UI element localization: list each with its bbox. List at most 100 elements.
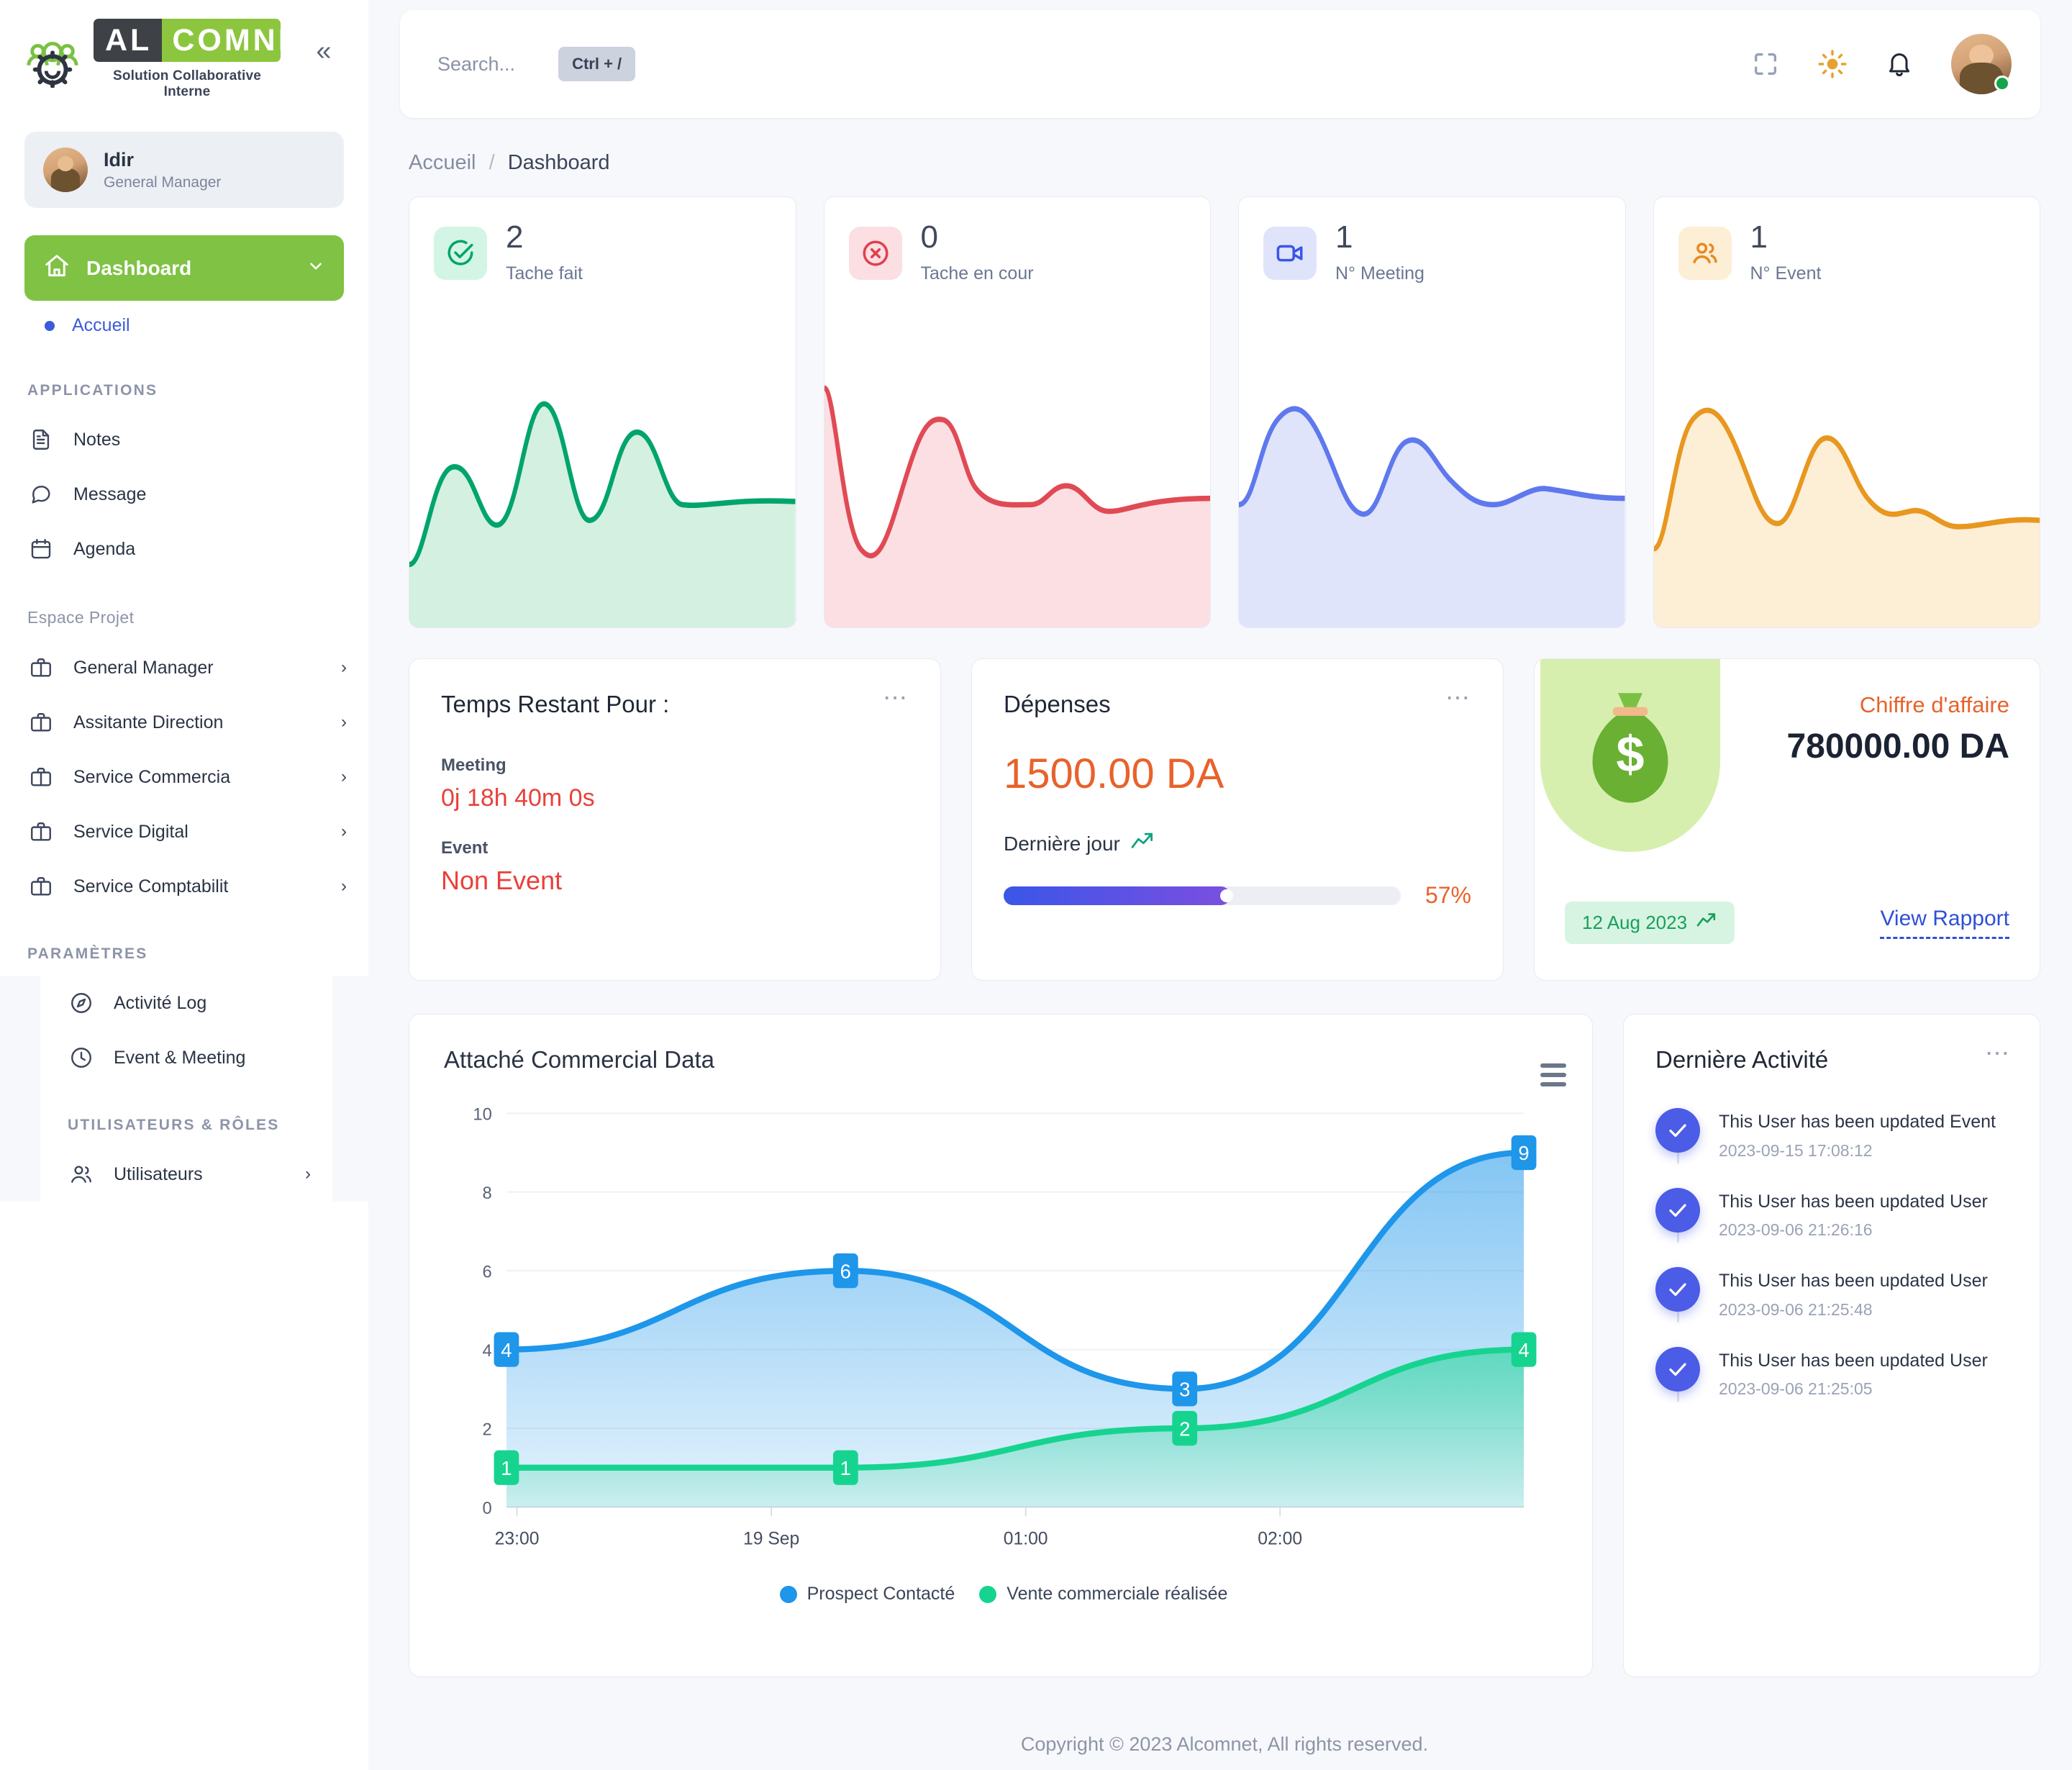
chevron-right-icon: › (341, 658, 347, 677)
activity-timeline: This User has been updated Event 2023-09… (1655, 1108, 2011, 1426)
chiffre-affaire-amount: 780000.00 DA (1786, 727, 2009, 766)
stat-card-tache-en-cour: 0 Tache en cour (823, 196, 1211, 628)
sidebar-item-event-meeting[interactable]: Event & Meeting (40, 1030, 332, 1085)
sidebar-item-agenda-label: Agenda (73, 538, 136, 559)
stat-label: Tache fait (506, 263, 583, 283)
fullscreen-icon[interactable] (1751, 50, 1780, 78)
event-status: Non Event (441, 866, 563, 895)
svg-text:1: 1 (840, 1457, 851, 1479)
footer-copyright: Copyright © 2023 Alcomnet, All rights re… (1020, 1733, 1429, 1755)
profile-text: Idir General Manager (104, 149, 221, 191)
chevron-right-icon: › (305, 1164, 311, 1184)
legend-item-vente[interactable]: Vente commerciale réalisée (979, 1584, 1227, 1605)
list-item[interactable]: This User has been updated User 2023-09-… (1655, 1267, 2011, 1347)
chat-bubble-icon (27, 481, 55, 508)
stat-card-text: 1 N° Event (1750, 222, 1822, 284)
sidebar-item-message[interactable]: Message (0, 467, 368, 522)
profile-name: Idir (104, 148, 135, 171)
stat-card-meeting: 1 N° Meeting (1238, 196, 1626, 628)
sparkline-chart (1239, 376, 1625, 627)
chart-plot-area: 0 2 4 6 8 10 23:00 19 Sep 01:00 02:00 4 6 3 9 1 1 2 4 Pro… (444, 1107, 1563, 1610)
sidebar-item-assitante-direction[interactable]: Assitante Direction › (0, 695, 368, 750)
money-bag-icon: $ (1576, 688, 1684, 810)
chart-title: Attaché Commercial Data (444, 1046, 714, 1073)
check-icon (1655, 1108, 1700, 1153)
sidebar-item-agenda[interactable]: Agenda (0, 522, 368, 576)
hamburger-menu-icon[interactable] (1540, 1063, 1566, 1092)
check-icon (1655, 1267, 1700, 1312)
clock-icon (68, 1044, 95, 1071)
activity-body: This User has been updated User 2023-09-… (1719, 1347, 2011, 1399)
sidebar-item-assitante-direction-label: Assitante Direction (73, 712, 224, 732)
chart-legend: Prospect Contacté Vente commerciale réal… (444, 1584, 1563, 1605)
progress-bar-track[interactable] (1004, 886, 1401, 905)
card-title: Temps Restant Pour : (441, 691, 670, 717)
svg-text:02:00: 02:00 (1258, 1528, 1302, 1548)
view-rapport-link[interactable]: View Rapport (1880, 907, 2009, 939)
stat-label: N° Event (1750, 263, 1822, 283)
ellipsis-icon[interactable]: ⋯ (1985, 1041, 2011, 1066)
temps-restant-card: Temps Restant Pour : ⋯ Meeting 0j 18h 40… (409, 658, 941, 981)
sidebar-lower: Activité Log Event & Meeting UTILISATEUR… (0, 976, 368, 1202)
activity-body: This User has been updated User 2023-09-… (1719, 1188, 2011, 1240)
trend-up-icon (1130, 831, 1155, 856)
bullet-icon (45, 320, 55, 331)
bell-icon[interactable] (1885, 50, 1914, 78)
ellipsis-icon[interactable]: ⋯ (1445, 686, 1471, 711)
ellipsis-icon[interactable]: ⋯ (883, 686, 909, 711)
sidebar-item-dashboard[interactable]: Dashboard (24, 235, 344, 301)
avatar[interactable] (1951, 34, 2012, 94)
progress-bar-knob[interactable] (1219, 889, 1233, 902)
sidebar-profile-card[interactable]: Idir General Manager (24, 132, 344, 208)
activity-body: This User has been updated User 2023-09-… (1719, 1267, 2011, 1320)
sidebar-item-service-comptabilite[interactable]: Service Comptabilit › (0, 859, 368, 914)
alcomnet-logo-icon (24, 32, 81, 88)
chevrons-left-icon[interactable]: « (304, 36, 344, 67)
list-item[interactable]: This User has been updated User 2023-09-… (1655, 1187, 2011, 1268)
breadcrumb-parent[interactable]: Accueil (409, 151, 476, 174)
depenses-progress-row: 57% (1004, 882, 1471, 909)
activity-text: This User has been updated User (1719, 1271, 1988, 1291)
sidebar-section-utilisateurs-title: UTILISATEURS & RÔLES (68, 1117, 280, 1133)
progress-percent-label: 57% (1424, 882, 1471, 908)
svg-text:19 Sep: 19 Sep (743, 1528, 799, 1548)
sidebar-section-applications-title: APPLICATIONS (27, 382, 158, 399)
sidebar-item-general-manager[interactable]: General Manager › (0, 640, 368, 695)
sidebar-item-activite-log[interactable]: Activité Log (40, 976, 332, 1030)
svg-text:$: $ (1616, 726, 1644, 783)
list-item[interactable]: This User has been updated User 2023-09-… (1655, 1346, 2011, 1427)
avatar (43, 148, 88, 192)
legend-item-prospect[interactable]: Prospect Contacté (779, 1584, 955, 1605)
sidebar-section-parametres-title: PARAMÈTRES (27, 945, 148, 962)
sidebar-item-service-commercial[interactable]: Service Commercia › (0, 750, 368, 804)
stat-label: Tache en cour (920, 263, 1034, 283)
sidebar-item-accueil[interactable]: Accueil (0, 301, 368, 350)
activity-timestamp: 2023-09-06 21:25:05 (1719, 1379, 1873, 1398)
calendar-icon (27, 535, 55, 563)
depenses-amount: 1500.00 DA (1004, 750, 1224, 797)
svg-text:2: 2 (483, 1420, 492, 1439)
sidebar-item-utilisateurs[interactable]: Utilisateurs › (40, 1147, 332, 1202)
stat-card-header: 1 N° Event (1654, 197, 2040, 284)
sidebar-item-notes-label: Notes (73, 429, 121, 450)
list-item[interactable]: This User has been updated Event 2023-09… (1655, 1108, 2011, 1188)
sun-icon[interactable] (1817, 49, 1848, 79)
stat-card-text: 0 Tache en cour (921, 222, 1034, 284)
svg-text:9: 9 (1518, 1142, 1529, 1164)
svg-text:1: 1 (501, 1457, 512, 1479)
file-text-icon (27, 426, 55, 453)
date-label: 12 Aug 2023 (1582, 912, 1688, 933)
meeting-countdown: 0j 18h 40m 0s (441, 784, 595, 812)
stat-value: 1 (1335, 219, 1353, 255)
progress-bar-fill (1004, 886, 1233, 905)
search-input[interactable]: Search... (437, 53, 515, 76)
brand-logo-wordmark: AL COMNET (94, 19, 281, 62)
home-icon (43, 253, 71, 283)
timeline-connector (1677, 1232, 1679, 1243)
sidebar-item-notes[interactable]: Notes (0, 412, 368, 467)
breadcrumb-current: Dashboard (507, 151, 610, 174)
chiffre-affaire-text: Chiffre d'affaire 780000.00 DA (1786, 692, 2009, 766)
sidebar-item-service-digital[interactable]: Service Digital › (0, 804, 368, 859)
x-circle-icon (848, 226, 902, 280)
legend-label: Prospect Contacté (806, 1584, 955, 1604)
